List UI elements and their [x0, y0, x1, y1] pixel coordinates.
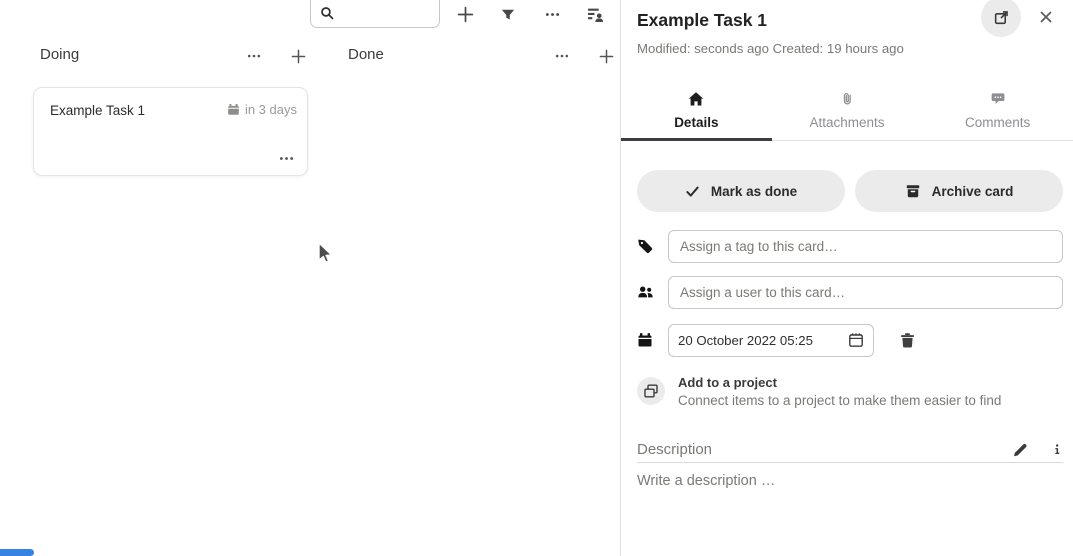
column-doing: Doing Example Task 1 in 3 days: [33, 41, 310, 72]
description-actions: [1012, 442, 1063, 458]
horizontal-scrollbar[interactable]: [0, 549, 34, 556]
assignees-view-button[interactable]: [581, 1, 609, 28]
column-done-header: Done: [341, 41, 618, 72]
search-input[interactable]: [339, 3, 434, 25]
filter-button[interactable]: [494, 1, 522, 28]
due-date-field[interactable]: [668, 324, 874, 357]
calendar-icon: [637, 332, 654, 348]
calendar-outline-icon: [848, 332, 864, 348]
project-title: Add to a project: [678, 373, 1001, 391]
remove-due-date-button[interactable]: [899, 332, 916, 349]
pencil-icon: [1012, 442, 1028, 458]
plus-icon: [457, 6, 474, 23]
more-options-icon: [247, 49, 261, 63]
assign-tag-input[interactable]: [668, 230, 1063, 263]
panel-tabs: Details Attachments Comments: [621, 84, 1073, 141]
card-title: Example Task 1: [50, 103, 145, 118]
info-icon: [1051, 442, 1063, 457]
tab-label: Attachments: [809, 115, 884, 130]
panel-meta: Modified: seconds ago Created: 19 hours …: [637, 41, 904, 56]
assign-user-row: [637, 275, 1063, 309]
card-due-text: in 3 days: [245, 102, 297, 117]
edit-description-button[interactable]: [1012, 442, 1028, 458]
archive-card-label: Archive card: [932, 184, 1014, 199]
due-date-row: [637, 323, 1063, 357]
column-name: Done: [348, 46, 384, 63]
card-details-panel: Example Task 1 Modified: seconds ago Cre…: [621, 0, 1073, 556]
archive-card-button[interactable]: Archive card: [855, 170, 1063, 212]
card-due-date: in 3 days: [227, 102, 297, 117]
plus-icon: [599, 49, 614, 64]
description-placeholder[interactable]: Write a description …: [637, 473, 775, 489]
users-icon: [637, 284, 654, 300]
tag-icon: [637, 238, 654, 254]
card-options-button[interactable]: [279, 151, 294, 166]
description-label: Description: [637, 441, 1012, 458]
add-to-project-row[interactable]: Add to a project Connect items to a proj…: [637, 373, 1063, 410]
tab-attachments[interactable]: Attachments: [772, 84, 923, 140]
column-options-button[interactable]: [547, 41, 577, 71]
column-doing-header: Doing: [33, 41, 310, 72]
project-icon: [637, 377, 665, 405]
trash-icon: [899, 332, 916, 349]
description-header: Description: [637, 437, 1063, 463]
close-icon: [1038, 9, 1054, 25]
mouse-cursor-icon: [315, 241, 334, 266]
kanban-board: Doing Example Task 1 in 3 days: [0, 0, 621, 556]
filter-icon: [501, 8, 515, 22]
add-card-button[interactable]: [451, 1, 479, 28]
search-box[interactable]: [310, 0, 440, 28]
paperclip-icon: [840, 91, 855, 108]
tab-label: Comments: [965, 115, 1030, 130]
assign-user-input[interactable]: [668, 276, 1063, 309]
column-add-card-button[interactable]: [591, 41, 621, 71]
description-info-button[interactable]: [1051, 442, 1063, 457]
open-external-icon: [993, 9, 1010, 26]
mark-as-done-button[interactable]: Mark as done: [637, 170, 845, 212]
project-text: Add to a project Connect items to a proj…: [678, 373, 1001, 410]
due-date-value[interactable]: [678, 333, 828, 348]
comment-icon: [990, 91, 1006, 108]
home-icon: [688, 91, 704, 108]
assignees-list-icon: [587, 6, 604, 23]
tab-label: Details: [674, 115, 718, 130]
more-options-icon: [279, 151, 294, 166]
calendar-icon: [227, 103, 240, 116]
app-window: Doing Example Task 1 in 3 days: [0, 0, 1073, 556]
assign-tag-row: [637, 229, 1063, 263]
plus-icon: [291, 49, 306, 64]
popout-button[interactable]: [981, 0, 1021, 37]
board-menu-button[interactable]: [538, 1, 566, 28]
column-done: Done: [341, 41, 618, 72]
mark-as-done-label: Mark as done: [711, 184, 797, 199]
task-card[interactable]: Example Task 1 in 3 days: [33, 87, 308, 176]
column-name: Doing: [40, 46, 79, 63]
tab-comments[interactable]: Comments: [922, 84, 1073, 140]
project-subtitle: Connect items to a project to make them …: [678, 391, 1001, 410]
more-options-icon: [555, 49, 569, 63]
card-actions: Mark as done Archive card: [637, 170, 1063, 212]
more-options-icon: [545, 7, 560, 22]
close-panel-button[interactable]: [1035, 6, 1057, 28]
panel-title: Example Task 1: [637, 10, 767, 31]
archive-icon: [905, 183, 921, 199]
search-icon: [320, 6, 334, 20]
tab-details[interactable]: Details: [621, 84, 772, 140]
check-icon: [685, 184, 700, 199]
open-calendar-button[interactable]: [848, 332, 864, 348]
column-options-button[interactable]: [239, 41, 269, 71]
column-add-card-button[interactable]: [283, 41, 313, 71]
